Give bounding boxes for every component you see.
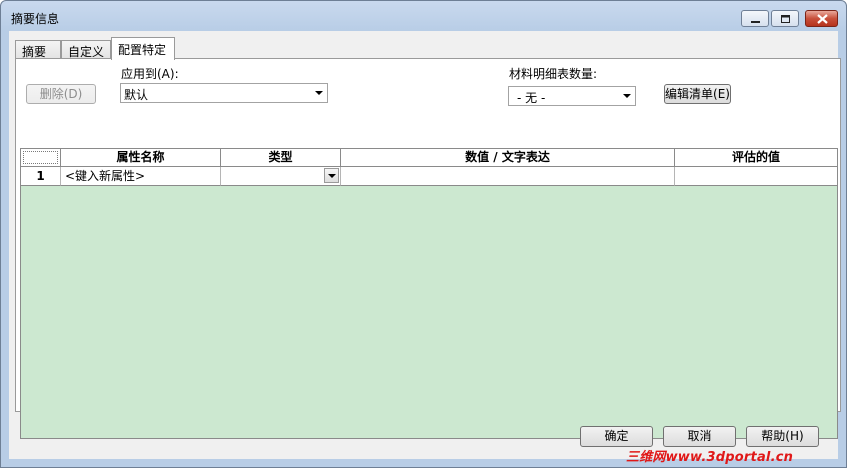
tab-label: 配置特定 <box>118 43 167 57</box>
title-bar[interactable]: 摘要信息 <box>1 1 846 31</box>
close-button[interactable] <box>805 10 838 27</box>
bom-quantity-value: - 无 - <box>517 91 546 105</box>
property-name-cell[interactable]: <键入新属性> <box>61 167 221 186</box>
properties-table: 属性名称 类型 数值 / 文字表达 评估的值 1 <键入新属性> <box>20 148 838 439</box>
site-watermark: 三维网www.3dportal.cn <box>626 450 794 465</box>
bom-quantity-select[interactable]: - 无 - <box>508 86 636 106</box>
minimize-icon <box>751 21 760 23</box>
chevron-down-icon <box>315 91 323 95</box>
window-title: 摘要信息 <box>11 12 60 26</box>
row-number[interactable]: 1 <box>21 167 61 186</box>
tab-custom[interactable]: 自定义 <box>61 40 111 59</box>
header-type[interactable]: 类型 <box>221 149 341 167</box>
maximize-button[interactable] <box>771 10 799 27</box>
configuration-specific-panel: 删除(D) 应用到(A): 默认 材料明细表数量: - 无 - 编辑清单(E) … <box>15 58 841 439</box>
cancel-button[interactable]: 取消 <box>663 426 736 447</box>
apply-to-value: 默认 <box>124 88 149 102</box>
tab-configuration-specific[interactable]: 配置特定 <box>111 37 175 60</box>
apply-to-label: 应用到(A): <box>121 67 179 81</box>
chevron-down-icon <box>623 94 631 98</box>
evaluated-value-cell <box>675 167 837 186</box>
header-evaluated-value[interactable]: 评估的值 <box>675 149 837 167</box>
tab-label: 摘要 <box>22 45 47 59</box>
bom-quantity-label: 材料明细表数量: <box>509 67 598 81</box>
summary-info-dialog: 摘要信息 摘要 自定义 配置特定 删除(D) 应用到(A): 默认 材料明细表数… <box>0 0 847 468</box>
ok-button[interactable]: 确定 <box>580 426 653 447</box>
tab-label: 自定义 <box>68 45 105 59</box>
dialog-body: 摘要 自定义 配置特定 删除(D) 应用到(A): 默认 材料明细表数量: - … <box>9 31 841 459</box>
minimize-button[interactable] <box>741 10 769 27</box>
table-corner-header[interactable] <box>21 149 61 167</box>
header-property-name[interactable]: 属性名称 <box>61 149 221 167</box>
apply-to-select[interactable]: 默认 <box>120 83 328 103</box>
value-expression-cell[interactable] <box>341 167 675 186</box>
help-button[interactable]: 帮助(H) <box>746 426 819 447</box>
header-value-expression[interactable]: 数值 / 文字表达 <box>341 149 675 167</box>
close-icon <box>817 14 828 24</box>
type-cell[interactable] <box>221 167 341 186</box>
edit-list-button[interactable]: 编辑清单(E) <box>664 84 731 104</box>
type-dropdown-button[interactable] <box>324 168 339 183</box>
tab-summary[interactable]: 摘要 <box>15 40 61 59</box>
delete-button[interactable]: 删除(D) <box>26 84 96 104</box>
maximize-icon <box>781 15 790 23</box>
